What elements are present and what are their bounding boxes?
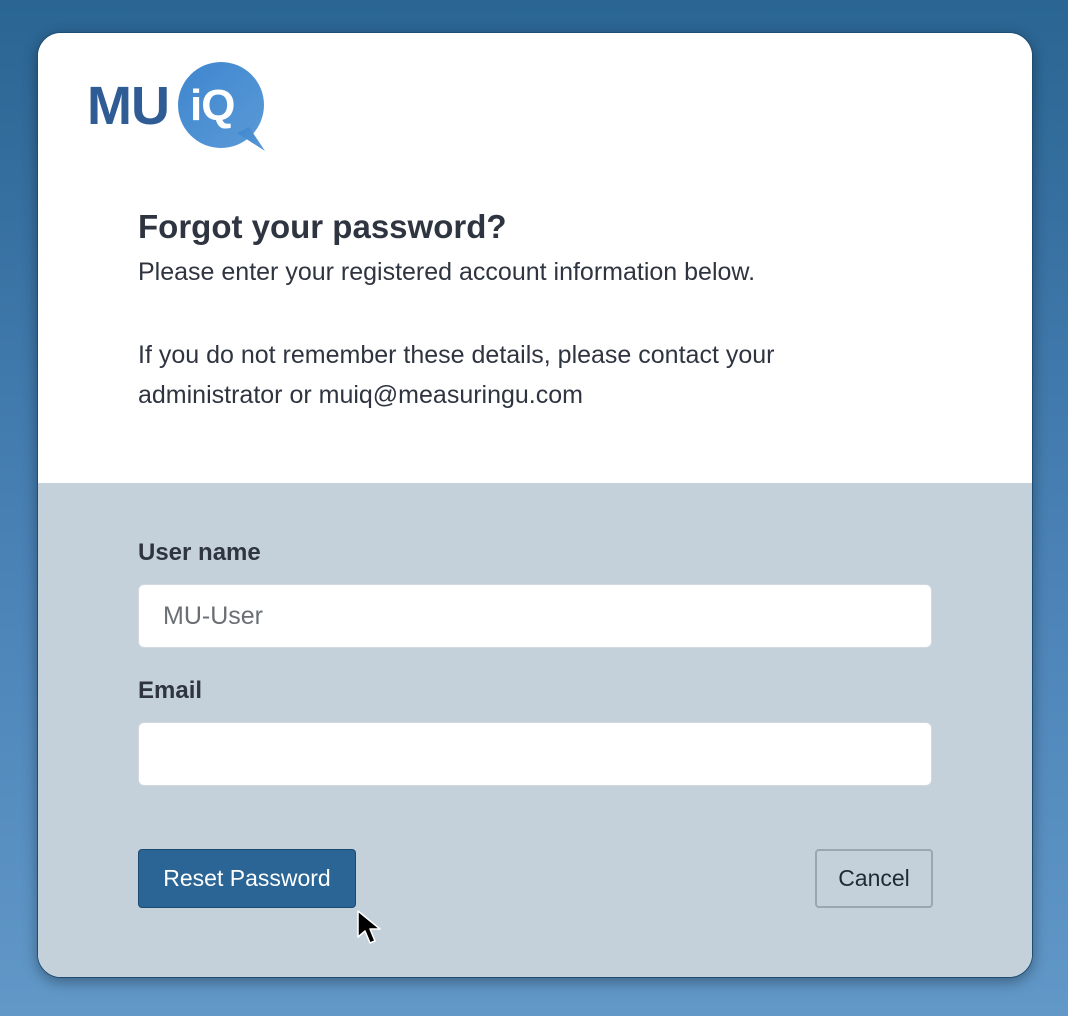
muiq-logo: MU iQ xyxy=(87,61,271,153)
email-input[interactable] xyxy=(138,722,932,786)
username-label: User name xyxy=(138,539,261,566)
username-input[interactable] xyxy=(138,584,932,648)
logo-text-iq: iQ xyxy=(190,81,235,130)
logo-text-mu: MU xyxy=(87,76,170,136)
page-subtitle: Please enter your registered account inf… xyxy=(138,258,756,286)
info-section: MU iQ Forgot your password? Please enter… xyxy=(38,33,1032,483)
page-title: Forgot your password? xyxy=(138,208,507,245)
reset-password-button[interactable]: Reset Password xyxy=(138,849,356,908)
cancel-button[interactable]: Cancel xyxy=(815,849,933,908)
email-label: Email xyxy=(138,677,203,704)
arrow-pointer-icon xyxy=(357,910,381,944)
help-text: If you do not remember these details, pl… xyxy=(138,341,775,409)
forgot-password-card: MU iQ Forgot your password? Please enter… xyxy=(37,32,1033,978)
